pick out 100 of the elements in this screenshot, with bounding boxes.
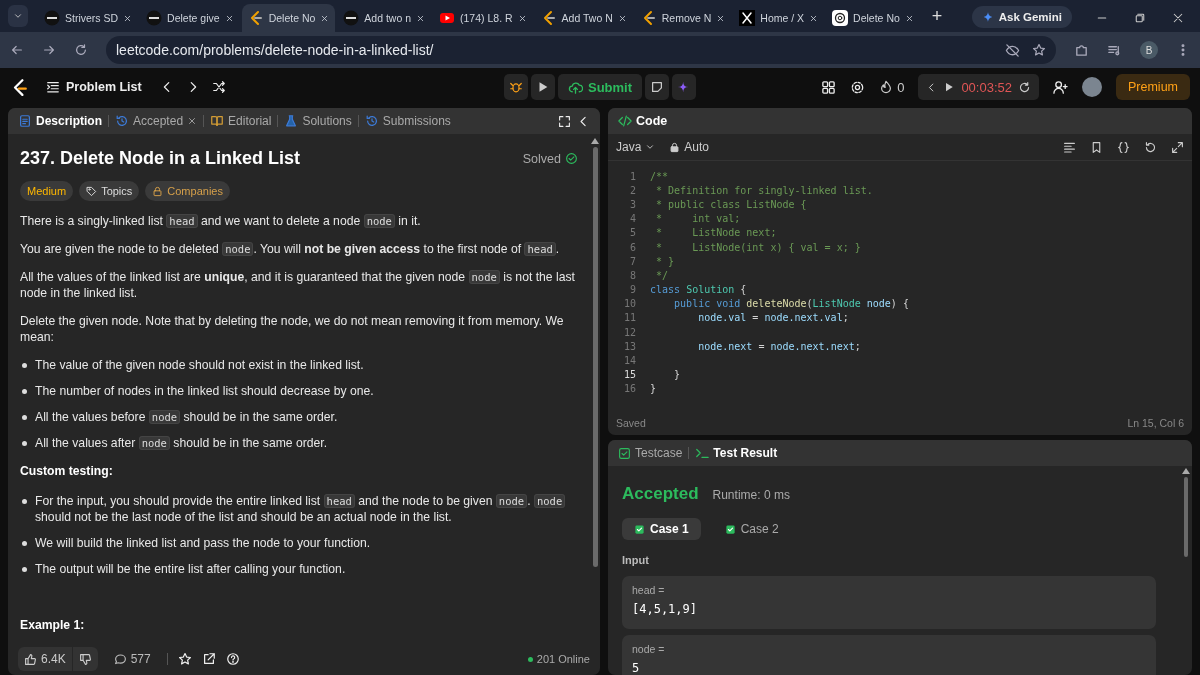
premium-button[interactable]: Premium [1116, 74, 1190, 100]
bullet-text: For the input, you should provide the entire linked list head and the node to be given node . node should not be the last node of the list and should be an actual node in the list. [35, 493, 578, 525]
panel-tab[interactable]: Accepted [115, 114, 198, 128]
bullet-icon [22, 415, 27, 420]
layout-icon[interactable] [821, 79, 837, 95]
close-icon[interactable] [716, 13, 726, 23]
reload-icon[interactable] [74, 43, 88, 57]
format-icon[interactable] [1063, 140, 1076, 154]
browser-tab[interactable]: (174) L8. R [433, 4, 533, 32]
forward-icon[interactable] [42, 43, 56, 57]
input-name: node = [632, 643, 666, 655]
expand-icon[interactable] [1171, 140, 1184, 154]
code-line: * Definition for singly-linked list. [655, 184, 873, 196]
run-button[interactable] [530, 74, 555, 100]
bullet-text: The output will be the entire list after calling your function. [35, 561, 346, 577]
input-label: Input [622, 554, 650, 566]
timer[interactable]: 00:03:52 [918, 74, 1039, 100]
description-paragraph: Delete the given node. Note that by deleting the node, we do not mean removing it from memory. We mean: [20, 313, 565, 345]
braces-icon[interactable] [1117, 140, 1130, 154]
cursor-position: Ln 15, Col 6 [1127, 417, 1184, 429]
browser-tab[interactable]: Add two n [337, 4, 432, 32]
browser-tab[interactable]: Delete give [140, 4, 240, 32]
close-icon[interactable] [809, 13, 819, 23]
note-icon [650, 80, 665, 94]
scroll-up-icon[interactable] [1182, 468, 1190, 474]
browser-tab[interactable]: Add Two N [534, 4, 633, 32]
scroll-up-icon[interactable] [591, 138, 599, 144]
restore-icon[interactable] [1134, 12, 1146, 24]
close-icon[interactable] [617, 13, 627, 23]
code-line: * int val; [655, 213, 741, 225]
panel-tab[interactable]: Solutions [284, 114, 352, 128]
topics-tag[interactable]: Topics [79, 181, 140, 201]
browser-tab[interactable]: Delete No [826, 4, 920, 32]
panel-tab[interactable]: Test Result [695, 446, 778, 460]
profile-avatar[interactable]: B [1140, 41, 1158, 59]
line-number: 1 [628, 170, 636, 182]
close-icon[interactable] [224, 13, 234, 23]
code-line: node.val = node.next.val; [697, 312, 849, 324]
eye-off-icon[interactable] [1005, 42, 1020, 58]
problem-list-button[interactable]: Problem List [40, 79, 148, 95]
debug-button[interactable] [503, 74, 528, 100]
close-icon[interactable] [416, 13, 426, 23]
panel-tab[interactable]: Editorial [210, 114, 272, 128]
browser-tab[interactable]: Home / X [733, 4, 825, 32]
close-icon[interactable] [320, 13, 330, 23]
new-tab-button[interactable]: + [931, 6, 943, 27]
shuffle-icon[interactable] [211, 80, 226, 94]
help-icon[interactable] [225, 652, 240, 666]
save-status: Saved [616, 417, 646, 429]
code-line: * ListNode(int x) { val = x; } [655, 241, 861, 253]
code-line: node.next = node.next.next; [697, 340, 861, 352]
line-number: 9 [628, 284, 636, 296]
input-value: [4,5,1,9] [632, 602, 699, 616]
notes-button[interactable] [645, 74, 670, 100]
back-icon[interactable] [10, 43, 24, 57]
undo-icon[interactable] [1144, 140, 1157, 154]
chevron-down-icon [645, 142, 656, 152]
line-number: 12 [622, 326, 636, 338]
close-icon[interactable] [904, 13, 914, 23]
code-panel-title: Code [618, 114, 668, 128]
comments-button[interactable]: 577 [107, 651, 157, 667]
comment-icon [113, 652, 127, 666]
code-line: */ [655, 269, 669, 281]
bullet-icon [22, 499, 27, 504]
like-button[interactable]: 6.4K [18, 647, 72, 671]
add-user-icon[interactable] [1053, 79, 1068, 95]
streak-counter[interactable]: 0 [879, 79, 905, 95]
difficulty-tag[interactable]: Medium [20, 181, 74, 201]
bookmark-icon[interactable] [1090, 140, 1103, 154]
line-number: 15 [622, 369, 636, 381]
close-icon[interactable] [123, 13, 133, 23]
fullscreen-icon[interactable] [558, 114, 571, 128]
submit-button[interactable]: Submit [557, 74, 643, 100]
browser-tab[interactable]: Delete No [241, 4, 336, 32]
ask-gemini-button[interactable]: Ask Gemini [971, 6, 1072, 28]
line-number: 13 [622, 340, 636, 352]
verdict-label: Accepted [622, 484, 699, 504]
description-paragraph: All the values of the linked list are unique, and it is guaranteed that the given node node is not the last node in the linked list. [20, 269, 576, 301]
case-tab[interactable]: Case 2 [712, 518, 791, 540]
browser-tab[interactable]: Strivers SD [38, 4, 139, 32]
address-bar[interactable]: leetcode.com/problems/delete-node-in-a-linked-list/ [106, 36, 1056, 64]
companies-tag[interactable]: Companies [145, 181, 230, 201]
description-paragraph: There is a singly-linked list head and we want to delete a node node in it. [20, 213, 422, 229]
line-number: 14 [622, 355, 636, 367]
star-icon[interactable] [1032, 43, 1046, 57]
language-selector[interactable]: Java [616, 140, 656, 154]
panel-tab[interactable]: Testcase [618, 446, 683, 460]
code-line: * public class ListNode { [655, 198, 807, 210]
share-icon[interactable] [201, 652, 216, 666]
panel-tab[interactable]: Submissions [364, 114, 451, 128]
description-paragraph: You are given the node to be deleted node . You will not be given access to the first node of head . [20, 241, 561, 257]
browser-tab[interactable]: Remove N [634, 4, 732, 32]
panel-tab[interactable]: Description [18, 114, 102, 128]
case-tab[interactable]: Case 1 [622, 518, 701, 540]
close-icon[interactable] [517, 13, 527, 23]
code-line: /** [650, 170, 669, 182]
close-icon[interactable] [1172, 12, 1184, 24]
settings-icon[interactable] [850, 79, 866, 95]
thumbs-up-icon [24, 652, 37, 666]
user-avatar[interactable] [1082, 77, 1102, 97]
